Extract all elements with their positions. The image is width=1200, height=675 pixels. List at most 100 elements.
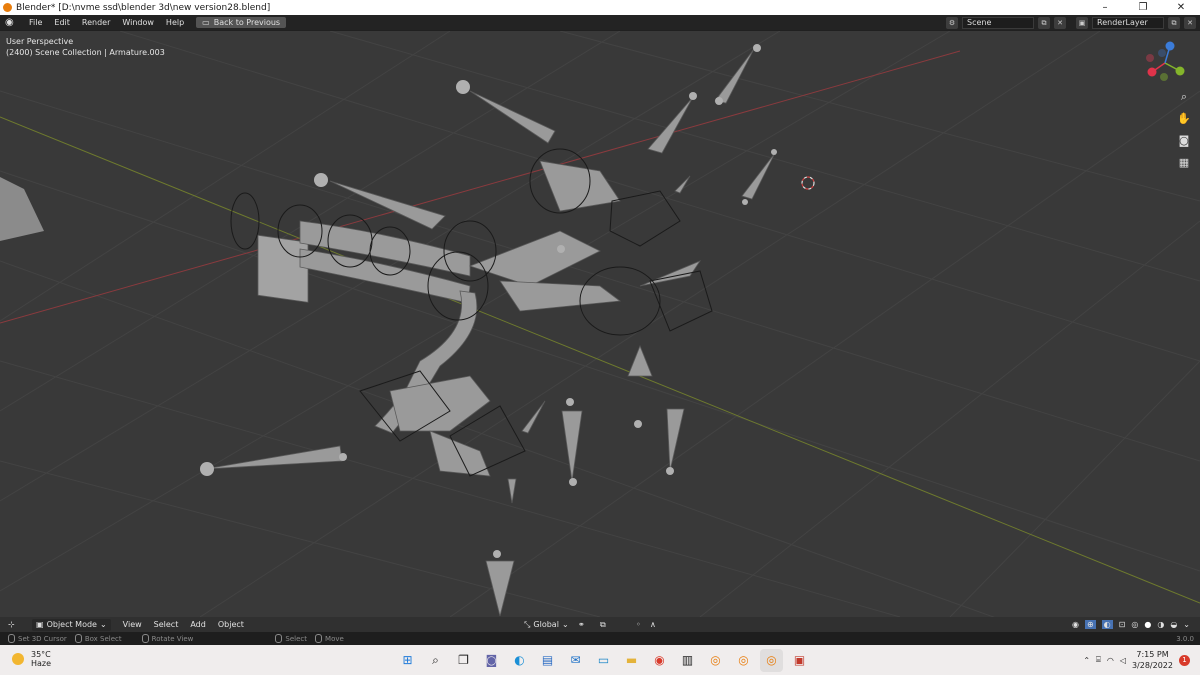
perspective-label: User Perspective [6,37,74,46]
editor-type-icon[interactable]: ⊹ [8,620,15,629]
blender-taskbar-icon-1[interactable]: ◎ [704,649,727,672]
menu-select[interactable]: Select [148,620,185,629]
notification-badge[interactable]: 1 [1179,654,1190,666]
shading-options-icon[interactable]: ⌄ [1183,620,1190,629]
zoom-icon[interactable]: ⌕ [1176,89,1192,105]
status-set-cursor-label: Set 3D Cursor [18,634,67,643]
xray-icon[interactable]: ⊡ [1119,620,1126,629]
object-mode-dropdown[interactable]: ▣ Object Mode ⌄ [32,618,111,631]
menu-view[interactable]: View [117,620,148,629]
screen-icon: ▭ [202,18,210,27]
clock-date: 3/28/2022 [1131,661,1173,670]
status-select: Select [275,634,307,643]
camera-view-icon[interactable]: ◙ [1176,133,1192,149]
maximize-button[interactable]: ❐ [1124,0,1162,15]
store-icon[interactable]: ▤ [536,649,559,672]
windows-start-icon[interactable]: ⊞ [396,649,419,672]
status-set-cursor: Set 3D Cursor [8,634,67,643]
pivot-icon[interactable]: ⚭ [578,620,585,629]
back-to-previous-label: Back to Previous [213,18,281,27]
delete-renderlayer-icon[interactable]: ✕ [1184,16,1196,29]
wireframe-shading-icon[interactable]: ◎ [1131,620,1138,629]
material-shading-icon[interactable]: ◑ [1157,620,1164,629]
x-axis-line [0,50,961,324]
mouse-icon [275,634,283,643]
system-tray: ⌃ ⌸ ◠ ◁ 7:15 PM 3/28/2022 1 [1083,649,1190,671]
photo-app-icon[interactable]: ▣ [788,649,811,672]
volume-icon[interactable]: ◁ [1120,656,1126,665]
back-to-previous-button[interactable]: ▭ Back to Previous [196,17,287,28]
mouse-icon [8,634,15,643]
orthographic-grid-icon[interactable]: ▦ [1176,155,1192,171]
monitor-app-icon[interactable]: ▭ [592,649,615,672]
status-move-label: Move [325,634,344,643]
menu-help[interactable]: Help [160,18,190,27]
clock-time: 7:15 PM [1136,650,1169,659]
new-renderlayer-icon[interactable]: ⧉ [1168,16,1180,29]
menu-file[interactable]: File [23,18,48,27]
transform-orientation-dropdown[interactable]: ⤡ Global ⌄ [524,620,569,630]
minimize-button[interactable]: – [1086,0,1124,15]
teams-chat-icon[interactable]: ◙ [480,649,503,672]
status-bar: Set 3D Cursor Box Select Rotate View Sel… [0,632,1200,645]
clock[interactable]: 7:15 PM 3/28/2022 [1132,649,1173,671]
proportional-edit-icon[interactable]: ◦ [636,620,641,629]
wifi-icon[interactable]: ◠ [1107,656,1114,665]
menu-object[interactable]: Object [212,620,250,629]
chevron-down-icon: ⌄ [99,620,107,629]
delete-scene-icon[interactable]: ✕ [1054,16,1066,29]
file-explorer-icon[interactable]: ▬ [620,649,643,672]
chevron-up-icon[interactable]: ⌃ [1083,656,1090,665]
viewport-header: ⊹ ▣ Object Mode ⌄ View Select Add Object… [0,617,1200,632]
weather-temp: 35°C [31,650,51,659]
partial-cube-object[interactable] [0,177,44,241]
falloff-icon[interactable]: ∧ [650,620,656,629]
rendered-shading-icon[interactable]: ◒ [1170,620,1177,629]
blender-app-icon [3,3,12,12]
gizmo-toggle-icon[interactable]: ⊕ [1084,620,1096,629]
visibility-icon[interactable]: ◉ [1072,620,1079,629]
bone-joints[interactable] [200,44,777,558]
renderlayer-field[interactable]: RenderLayer [1092,16,1164,29]
status-select-label: Select [285,634,308,643]
collection-label: (2400) Scene Collection | Armature.003 [6,48,165,57]
menu-add[interactable]: Add [184,620,212,629]
blender-logo-icon[interactable]: ◉ [5,17,18,28]
blender-taskbar-icon-active[interactable]: ◎ [760,649,783,672]
blender-taskbar-icon-2[interactable]: ◎ [732,649,755,672]
window-controls: – ❐ ✕ [1086,0,1200,15]
renderlayer-icon[interactable]: ▣ [1076,16,1088,29]
menu-edit[interactable]: Edit [48,18,76,27]
pan-hand-icon[interactable]: ✋ [1176,111,1192,127]
solid-shading-icon[interactable]: ● [1144,620,1151,629]
floor-grid [0,31,1200,617]
menu-window[interactable]: Window [116,18,160,27]
orientation-icon: ⤡ [524,619,531,629]
3d-viewport[interactable]: User Perspective (2400) Scene Collection… [0,31,1200,617]
chrome-icon[interactable]: ◉ [648,649,671,672]
new-scene-icon[interactable]: ⧉ [1038,16,1050,29]
viewport-scene[interactable] [0,31,1200,617]
overlay-toggle-icon[interactable]: ◐ [1101,620,1113,629]
mouse-icon [74,634,82,643]
close-button[interactable]: ✕ [1162,0,1200,15]
snap-icon[interactable]: ⧉ [600,620,606,630]
window-title: Blender* [D:\nvme ssd\blender 3d\new ver… [16,2,271,13]
edge-icon[interactable]: ◐ [508,649,531,672]
3d-cursor[interactable] [801,176,815,190]
weather-widget[interactable]: 35°C Haze [12,650,51,668]
task-view-icon[interactable]: ❐ [452,649,475,672]
mail-icon[interactable]: ✉ [564,649,587,672]
navigation-gizmo[interactable] [1140,37,1190,87]
transform-orientation-label: Global [533,620,559,629]
search-icon[interactable]: ⌕ [424,649,447,672]
scene-icon[interactable]: ⚙ [946,16,958,29]
blender-version: 3.0.0 [1176,634,1194,643]
network-icon[interactable]: ⌸ [1096,655,1101,665]
menu-render[interactable]: Render [76,18,116,27]
status-box-select: Box Select [74,634,122,643]
notes-app-icon[interactable]: ▥ [676,649,699,672]
mouse-icon [141,634,149,643]
viewport-nav-tools: ⌕ ✋ ◙ ▦ [1176,89,1192,171]
scene-field[interactable]: Scene [962,16,1034,29]
